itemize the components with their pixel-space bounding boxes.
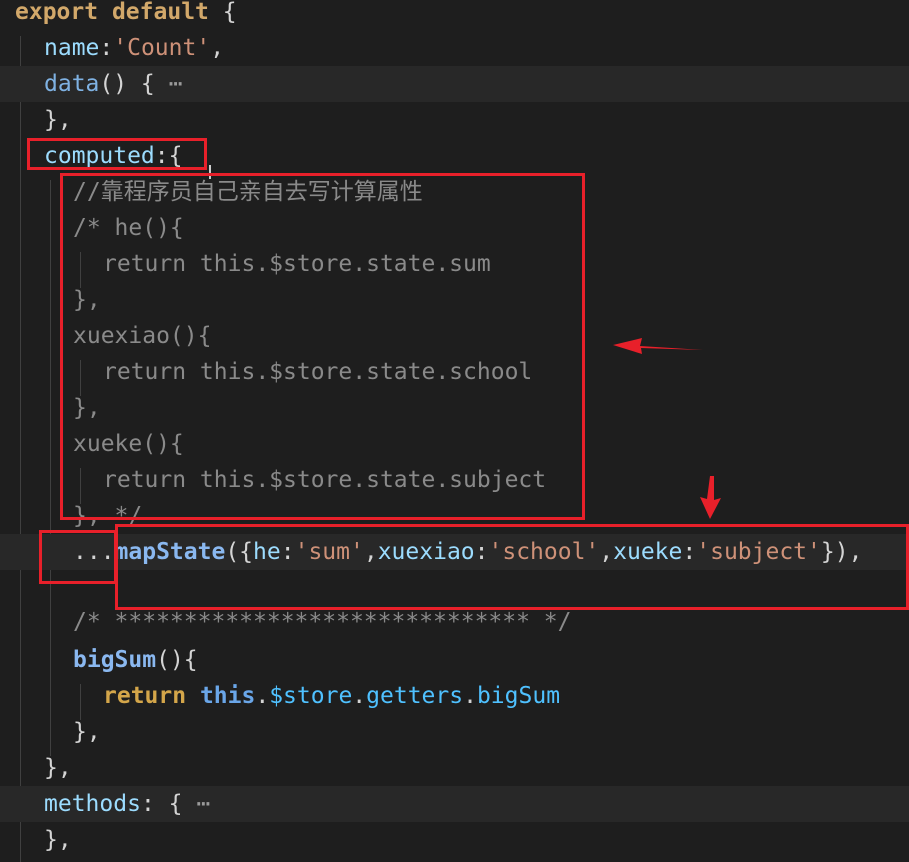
- code-editor[interactable]: export default { name:'Count', data() { …: [0, 0, 909, 862]
